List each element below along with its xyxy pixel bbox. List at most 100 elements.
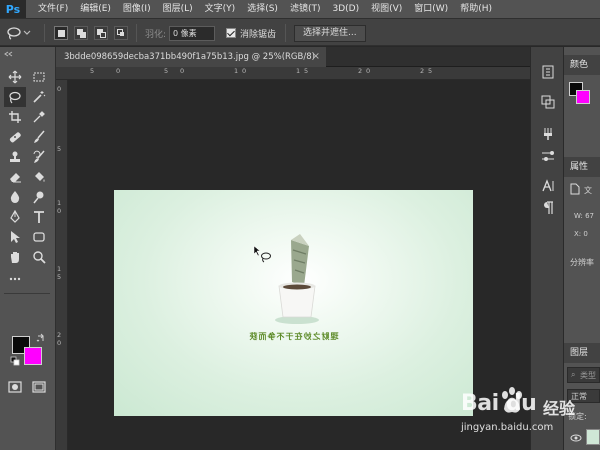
antialias-checkbox[interactable]: [226, 28, 236, 38]
quick-mask-icon: [8, 381, 22, 393]
properties-panel-tab[interactable]: 属性: [564, 157, 600, 177]
layer-search-icon: ⌕: [571, 370, 576, 379]
default-colors-icon[interactable]: [10, 356, 20, 366]
zoom-tool[interactable]: [28, 247, 50, 267]
menu-filter[interactable]: 滤镜(T): [284, 0, 327, 18]
menu-view[interactable]: 视图(V): [365, 0, 408, 18]
quick-mask-tool[interactable]: [4, 377, 26, 397]
menu-image[interactable]: 图像(I): [117, 0, 157, 18]
new-selection-button[interactable]: [54, 26, 68, 40]
rounded-rectangle-icon: [33, 232, 45, 242]
document-tab-bar: 3bdde098659decba371bb490f1a75b13.jpg @ 2…: [56, 47, 530, 67]
menu-type[interactable]: 文字(Y): [199, 0, 242, 18]
tool-preset-picker[interactable]: [6, 19, 32, 47]
eyedropper-tool[interactable]: [28, 107, 50, 127]
toolbar-collapse-icon[interactable]: [4, 51, 52, 57]
photoshop-logo: Ps: [0, 0, 26, 18]
gradient-tool[interactable]: [28, 167, 50, 187]
properties-x: X: 0: [574, 230, 588, 238]
history-panel-icon[interactable]: [541, 65, 555, 79]
eraser-tool[interactable]: [4, 167, 26, 187]
color-panel-background-swatch[interactable]: [576, 90, 590, 104]
menu-edit[interactable]: 编辑(E): [74, 0, 117, 18]
ruler-label: 2: [420, 67, 425, 75]
crop-tool[interactable]: [4, 107, 26, 127]
layer-filter-input[interactable]: ⌕ 类型: [567, 367, 600, 383]
properties-width: W: 67: [574, 212, 595, 220]
add-to-selection-button[interactable]: [74, 26, 88, 40]
lasso-tool[interactable]: [4, 87, 26, 107]
menubar: Ps 文件(F) 编辑(E) 图像(I) 图层(L) 文字(Y) 选择(S) 滤…: [0, 0, 600, 18]
layer-filter-kind: 类型: [580, 371, 596, 380]
ruler-label: 2: [57, 331, 62, 339]
magic-wand-tool[interactable]: [28, 87, 50, 107]
menu-3d[interactable]: 3D(D): [326, 0, 365, 18]
properties-document-label: 文: [584, 186, 592, 195]
history-brush-icon: [33, 150, 45, 163]
dodge-tool[interactable]: [28, 187, 50, 207]
intersect-selection-button[interactable]: [114, 26, 128, 40]
screen-mode-tool[interactable]: [28, 377, 50, 397]
shape-tool[interactable]: [28, 227, 50, 247]
ruler-label: 1: [234, 67, 239, 75]
subtract-from-selection-button[interactable]: [94, 26, 108, 40]
swap-colors-icon[interactable]: [36, 333, 46, 343]
select-and-mask-button[interactable]: 选择并遮住...: [294, 24, 366, 42]
ruler-label: 5: [304, 67, 309, 75]
brush-icon: [34, 130, 45, 143]
eyedropper-icon: [33, 111, 45, 123]
more-tools[interactable]: [4, 269, 26, 289]
ellipsis-icon: [9, 277, 21, 281]
antialias-label: 消除锯齿: [240, 29, 277, 40]
type-t-icon: [34, 211, 44, 223]
properties-panel-icon[interactable]: [541, 95, 555, 109]
move-tool[interactable]: [4, 67, 26, 87]
close-tab-icon[interactable]: ×: [312, 47, 320, 67]
feather-label: 羽化:: [145, 29, 167, 40]
rectangle-marquee-icon: [33, 72, 45, 82]
background-color-swatch[interactable]: [24, 347, 42, 365]
tools-panel: [0, 47, 56, 450]
paragraph-panel-icon[interactable]: [541, 201, 555, 215]
marquee-tool[interactable]: [28, 67, 50, 87]
layers-panel-tab[interactable]: 图层: [564, 343, 600, 363]
history-brush-tool[interactable]: [28, 147, 50, 167]
document-image[interactable]: 理财之妙在于不争而获: [114, 190, 473, 416]
ruler-label: 0: [116, 67, 121, 75]
type-tool[interactable]: [28, 207, 50, 227]
character-panel-icon[interactable]: [541, 179, 555, 193]
color-panel-tab[interactable]: 颜色: [564, 55, 600, 75]
healing-brush-tool[interactable]: [4, 127, 26, 147]
menu-file[interactable]: 文件(F): [32, 0, 74, 18]
menu-layer[interactable]: 图层(L): [157, 0, 199, 18]
brush-tool[interactable]: [28, 127, 50, 147]
ruler-label: 5: [90, 67, 95, 75]
dodge-icon: [33, 191, 44, 204]
menu-select[interactable]: 选择(S): [241, 0, 284, 18]
menu-window[interactable]: 窗口(W): [408, 0, 454, 18]
baidu-paw-icon: [502, 387, 522, 413]
hand-icon: [11, 252, 19, 263]
bandage-icon: [9, 132, 21, 143]
screen-mode-icon: [32, 381, 46, 393]
brush-settings-icon[interactable]: [541, 127, 555, 141]
ruler-label: 0: [180, 67, 185, 75]
document-tab[interactable]: 3bdde098659decba371bb490f1a75b13.jpg @ 2…: [56, 47, 326, 67]
document-title: 3bdde098659decba371bb490f1a75b13.jpg @ 2…: [64, 52, 315, 62]
arrow-pointer-icon: [11, 231, 20, 243]
blur-tool[interactable]: [4, 187, 26, 207]
clone-stamp-tool[interactable]: [4, 147, 26, 167]
brushes-panel-icon[interactable]: [541, 149, 555, 163]
pen-tool[interactable]: [4, 207, 26, 227]
ruler-label: 0: [57, 207, 62, 215]
hand-tool[interactable]: [4, 247, 26, 267]
resolution-label: 分辨率: [570, 258, 594, 267]
options-bar: 羽化: 0 像素 消除锯齿 选择并遮住...: [0, 18, 600, 46]
baidu-jingyan-watermark: Bai du 经验 jingyan.baidu.com: [455, 385, 600, 445]
stamp-icon: [10, 151, 20, 162]
menu-help[interactable]: 帮助(H): [454, 0, 498, 18]
path-selection-tool[interactable]: [4, 227, 26, 247]
feather-input[interactable]: 0 像素: [169, 25, 216, 41]
lasso-cursor-icon: [253, 245, 271, 263]
ruler-label: 0: [366, 67, 371, 75]
